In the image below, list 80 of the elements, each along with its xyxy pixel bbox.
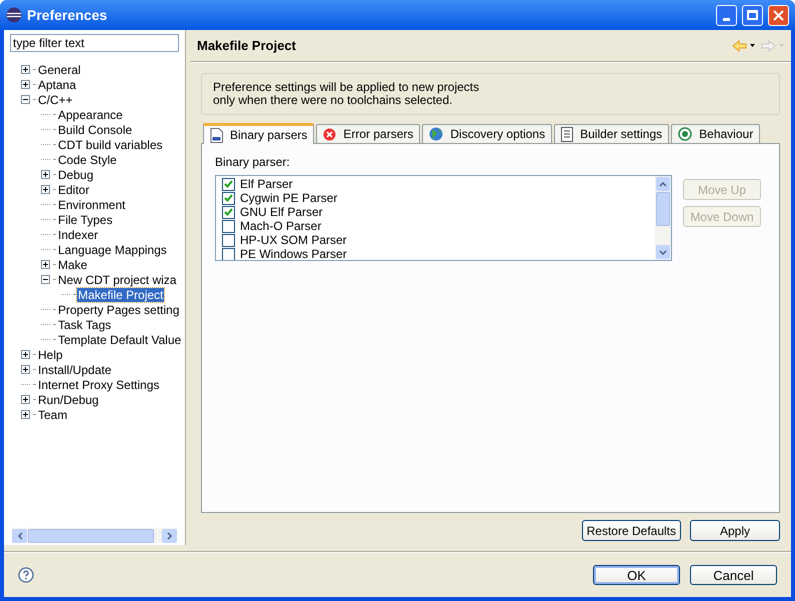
tree-item[interactable]: Make bbox=[57, 258, 88, 272]
tree-item[interactable]: Property Pages setting bbox=[57, 302, 180, 316]
tree-item[interactable]: Code Style bbox=[57, 152, 118, 166]
ok-button[interactable]: OK bbox=[593, 565, 680, 585]
tree-item[interactable]: Help bbox=[37, 348, 64, 362]
globe-icon bbox=[429, 127, 444, 141]
tab[interactable]: Error parsers bbox=[316, 124, 420, 143]
tree-item[interactable]: Environment bbox=[57, 198, 126, 212]
checkbox[interactable] bbox=[222, 206, 235, 218]
parser-name: PE Windows Parser bbox=[240, 247, 347, 260]
tree-item[interactable]: Internet Proxy Settings bbox=[37, 378, 160, 392]
scroll-thumb[interactable] bbox=[28, 528, 154, 542]
tree-item[interactable]: Language Mappings bbox=[57, 242, 168, 256]
scroll-left-icon[interactable] bbox=[12, 528, 27, 542]
expand-icon[interactable] bbox=[21, 395, 30, 404]
tree-item[interactable]: Aptana bbox=[37, 78, 78, 92]
checkbox[interactable] bbox=[222, 220, 235, 232]
tree-item[interactable]: Run/Debug bbox=[37, 392, 100, 406]
tree-item[interactable]: C/C++ bbox=[37, 92, 74, 106]
expand-icon[interactable] bbox=[21, 350, 30, 359]
vertical-scrollbar[interactable] bbox=[655, 176, 671, 260]
tab[interactable]: Binary parsers bbox=[203, 123, 314, 144]
close-icon bbox=[773, 10, 784, 20]
scroll-down-icon[interactable] bbox=[656, 245, 670, 259]
expand-icon[interactable] bbox=[41, 185, 50, 194]
tree-item[interactable]: Indexer bbox=[57, 228, 100, 242]
tree-item[interactable]: Debug bbox=[57, 168, 94, 182]
parser-name: GNU Elf Parser bbox=[240, 205, 323, 219]
expand-icon[interactable] bbox=[41, 260, 50, 269]
expand-icon[interactable] bbox=[21, 65, 30, 74]
error-icon bbox=[323, 128, 336, 140]
expand-icon[interactable] bbox=[41, 170, 50, 179]
tree-item[interactable]: Task Tags bbox=[57, 318, 112, 332]
cancel-button[interactable]: Cancel bbox=[690, 565, 777, 585]
tree-item[interactable]: Editor bbox=[57, 182, 90, 196]
tree-item[interactable]: File Types bbox=[57, 212, 114, 226]
checkbox[interactable] bbox=[222, 234, 235, 246]
parser-name: Mach-O Parser bbox=[240, 219, 322, 233]
expand-icon[interactable] bbox=[21, 80, 30, 89]
tree-item[interactable]: CDT build variables bbox=[57, 138, 164, 152]
apply-button[interactable]: Apply bbox=[690, 520, 780, 541]
tree-item[interactable]: Appearance bbox=[57, 108, 124, 122]
info-text: only when there were no toolchains selected. bbox=[213, 94, 452, 107]
tree-item[interactable]: Makefile Project bbox=[77, 288, 164, 302]
page-title: Makefile Project bbox=[197, 36, 297, 55]
tree-item[interactable]: Team bbox=[37, 408, 68, 422]
scroll-right-icon[interactable] bbox=[162, 528, 177, 542]
tab[interactable]: Behaviour bbox=[671, 124, 760, 143]
info-text: Preference settings will be applied to new projects bbox=[213, 81, 480, 94]
window-title: Preferences bbox=[27, 6, 108, 24]
expand-icon[interactable] bbox=[21, 365, 30, 374]
expand-icon[interactable] bbox=[21, 410, 30, 419]
collapse-icon[interactable] bbox=[21, 95, 30, 104]
app-logo-icon bbox=[6, 7, 22, 23]
tree-item[interactable]: New CDT project wiza bbox=[57, 272, 178, 286]
field-label: Binary parser: bbox=[215, 154, 291, 171]
caret-icon[interactable] bbox=[750, 44, 755, 47]
checkbox[interactable] bbox=[222, 248, 235, 260]
tree-item[interactable]: Template Default Value bbox=[57, 332, 182, 346]
target-icon bbox=[678, 127, 692, 141]
scroll-thumb[interactable] bbox=[656, 192, 670, 226]
tree-item[interactable]: General bbox=[37, 62, 82, 76]
parser-name: Cygwin PE Parser bbox=[240, 191, 338, 205]
horizontal-scrollbar[interactable] bbox=[12, 528, 177, 543]
minimize-button[interactable] bbox=[716, 4, 737, 26]
restore-defaults-button[interactable]: Restore Defaults bbox=[582, 520, 681, 541]
checkbox[interactable] bbox=[222, 192, 235, 204]
tab[interactable]: Builder settings bbox=[554, 124, 670, 143]
checkbox[interactable] bbox=[222, 178, 235, 190]
close-button[interactable] bbox=[768, 4, 789, 26]
help-icon[interactable] bbox=[18, 567, 34, 583]
filter-field[interactable]: type filter text bbox=[10, 34, 179, 52]
tree-item[interactable]: Install/Update bbox=[37, 362, 112, 376]
collapse-icon[interactable] bbox=[41, 275, 50, 284]
parser-name: Elf Parser bbox=[240, 177, 293, 191]
parser-name: HP-UX SOM Parser bbox=[240, 233, 347, 247]
tree-item[interactable]: Build Console bbox=[57, 122, 134, 136]
maximize-button[interactable] bbox=[742, 4, 763, 26]
tab[interactable]: Discovery options bbox=[422, 124, 552, 143]
scroll-up-icon[interactable] bbox=[656, 177, 670, 191]
